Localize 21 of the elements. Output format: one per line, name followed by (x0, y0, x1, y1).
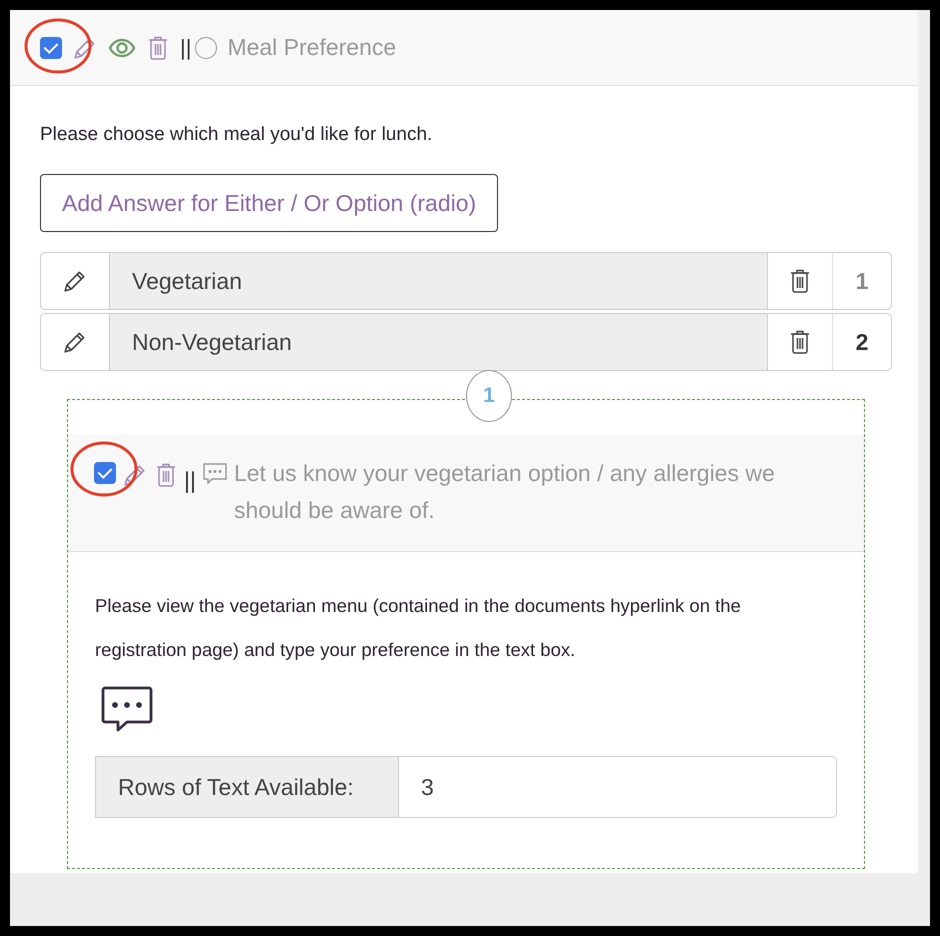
question-title: Meal Preference (227, 34, 396, 61)
answer-row[interactable]: Non-Vegetarian 2 (40, 313, 892, 371)
speech-bubble-icon (202, 462, 228, 486)
checkbox[interactable] (40, 36, 62, 58)
trash-icon[interactable] (788, 329, 812, 355)
rows-label: Rows of Text Available: (95, 756, 399, 818)
trash-icon[interactable] (788, 268, 812, 294)
sub-question-title: Let us know your vegetarian option / any allergies we should be aware of. (234, 459, 776, 525)
answer-number[interactable]: 1 (833, 253, 891, 309)
question-description: Please choose which meal you'd like for lunch. (40, 124, 434, 146)
add-answer-button[interactable]: Add Answer for Either / Or Option (radio) (40, 174, 498, 232)
separator: || (184, 466, 196, 495)
answer-field[interactable]: Non-Vegetarian (109, 314, 768, 370)
answer-row[interactable]: Vegetarian 1 (40, 252, 892, 310)
radio-icon (195, 36, 218, 58)
separator: || (180, 34, 192, 60)
answer-number[interactable]: 2 (833, 314, 891, 370)
sub-question-description: Please view the vegetarian menu (contained in the documents hyperlink on the registration page) and type your preference in the text box. (95, 594, 742, 662)
rows-field[interactable]: 3 (399, 756, 837, 818)
checkbox[interactable] (94, 462, 116, 484)
answer-field[interactable]: Vegetarian (109, 253, 768, 309)
